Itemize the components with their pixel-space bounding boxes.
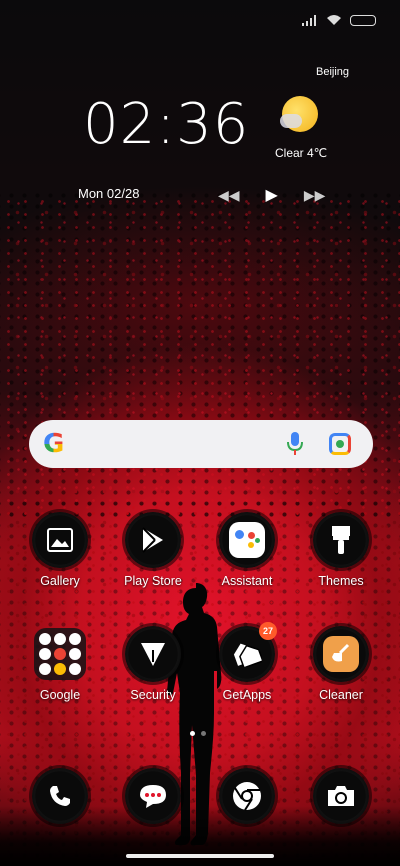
app-themes[interactable]: Themes (301, 512, 381, 588)
page-dot-active (190, 731, 195, 736)
paintbrush-icon[interactable] (313, 512, 369, 568)
app-label: Gallery (40, 574, 80, 588)
app-play-store[interactable]: Play Store (113, 512, 193, 588)
app-getapps[interactable]: 27 GetApps (207, 622, 287, 702)
camera-icon[interactable] (313, 768, 369, 824)
signal-icon (302, 14, 316, 26)
app-label: GetApps (222, 688, 272, 702)
app-folder-google[interactable]: Google (20, 626, 100, 702)
google-folder-icon[interactable] (32, 626, 88, 682)
messages-icon[interactable] (125, 768, 181, 824)
dock-messages[interactable] (113, 768, 193, 824)
battery-icon (350, 14, 376, 26)
app-label: Cleaner (319, 688, 363, 702)
app-label: Play Store (124, 574, 182, 588)
broom-icon[interactable] (313, 626, 369, 682)
wifi-icon (327, 15, 341, 25)
security-icon[interactable] (125, 626, 181, 682)
gallery-icon[interactable] (32, 512, 88, 568)
app-label: Google (39, 688, 81, 702)
notification-badge: 27 (259, 622, 277, 640)
app-label: Security (130, 688, 176, 702)
app-label: Themes (318, 574, 364, 588)
tags-icon[interactable]: 27 (219, 622, 277, 682)
gesture-nav-bar[interactable] (126, 854, 274, 858)
dock-chrome[interactable] (207, 768, 287, 824)
status-bar (302, 14, 376, 26)
play-store-icon[interactable] (125, 512, 181, 568)
rewind-icon[interactable]: ◀◀ (218, 187, 240, 204)
page-indicator (190, 731, 206, 736)
phone-icon[interactable] (32, 768, 88, 824)
clock-time[interactable]: 02:36 (83, 92, 249, 157)
play-icon[interactable]: ▶ (266, 185, 278, 205)
weather-status[interactable]: Clear 4℃ (275, 146, 327, 160)
assistant-icon[interactable] (219, 512, 275, 568)
app-security[interactable]: Security (113, 626, 193, 702)
cloud-icon (280, 114, 302, 128)
weather-city[interactable]: Beijing (316, 66, 349, 78)
google-logo-icon: G (43, 429, 65, 459)
page-dot (201, 731, 206, 736)
chrome-icon[interactable] (219, 768, 275, 824)
dock-phone[interactable] (20, 768, 100, 824)
fast-forward-icon[interactable]: ▶▶ (304, 187, 326, 204)
media-controls: ◀◀ ▶ ▶▶ (218, 185, 325, 205)
google-search-bar[interactable]: G (29, 420, 373, 468)
microphone-icon[interactable] (287, 432, 303, 456)
app-assistant[interactable]: Assistant (207, 512, 287, 588)
app-gallery[interactable]: Gallery (20, 512, 100, 588)
app-label: Assistant (221, 574, 273, 588)
clock-date[interactable]: Mon 02/28 (78, 186, 139, 201)
google-lens-icon[interactable] (329, 433, 351, 455)
app-cleaner[interactable]: Cleaner (301, 626, 381, 702)
dock-camera[interactable] (301, 768, 381, 824)
